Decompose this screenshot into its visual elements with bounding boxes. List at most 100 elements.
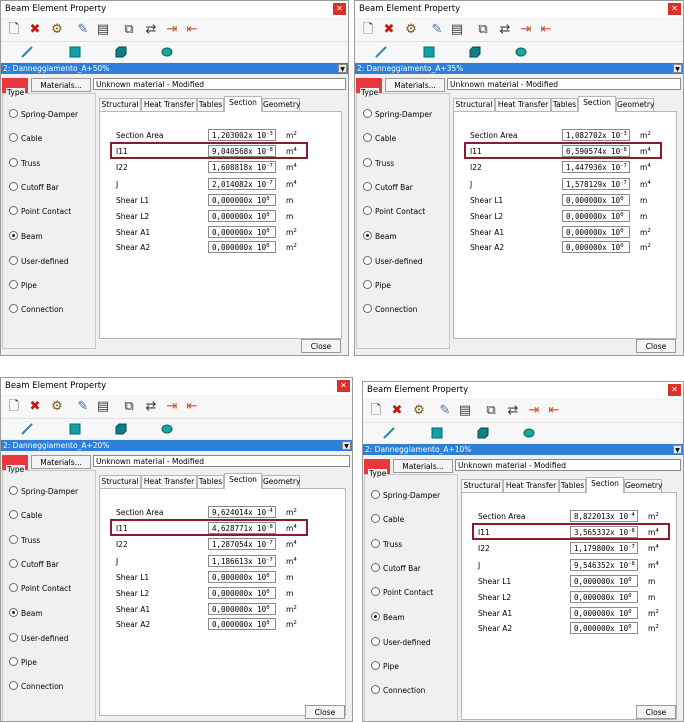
type-radio-truss[interactable]: Truss bbox=[9, 535, 40, 545]
radio-circle[interactable] bbox=[363, 133, 372, 142]
radio-circle[interactable] bbox=[9, 182, 18, 191]
transfer-icon[interactable]: ⇄ bbox=[143, 399, 159, 415]
radio-circle[interactable] bbox=[9, 486, 18, 495]
edit-icon[interactable]: ✎ bbox=[75, 399, 91, 415]
materials-button[interactable]: Materials... bbox=[31, 78, 91, 92]
delete-icon[interactable]: ✖ bbox=[381, 22, 397, 38]
tab-tables[interactable]: Tables bbox=[559, 479, 586, 492]
radio-circle[interactable] bbox=[371, 587, 380, 596]
radio-circle[interactable] bbox=[9, 559, 18, 568]
type-radio-beam[interactable]: Beam bbox=[9, 608, 43, 618]
close-button[interactable]: Close bbox=[636, 705, 676, 719]
duplicate-icon[interactable]: ⧉ bbox=[483, 403, 499, 419]
brick-element-icon[interactable] bbox=[477, 427, 489, 439]
type-radio-truss[interactable]: Truss bbox=[363, 158, 394, 168]
radio-circle[interactable] bbox=[363, 182, 372, 191]
type-radio-pipe[interactable]: Pipe bbox=[9, 280, 37, 290]
tab-structural[interactable]: Structural bbox=[99, 98, 141, 111]
tab-heat-transfer[interactable]: Heat Transfer bbox=[495, 98, 551, 111]
manage-icon[interactable]: ▤ bbox=[449, 22, 465, 38]
radio-circle[interactable] bbox=[9, 681, 18, 690]
tab-geometry[interactable]: Geometry bbox=[624, 479, 662, 492]
tab-section[interactable]: Section bbox=[224, 96, 262, 112]
radio-circle[interactable] bbox=[9, 657, 18, 666]
manage-icon[interactable]: ▤ bbox=[457, 403, 473, 419]
chevron-down-icon[interactable]: ▼ bbox=[673, 64, 682, 73]
radio-circle[interactable] bbox=[9, 583, 18, 592]
new-icon[interactable]: 🗋 bbox=[360, 22, 376, 38]
tab-section[interactable]: Section bbox=[586, 477, 624, 493]
close-button[interactable]: Close bbox=[636, 339, 676, 353]
radio-circle[interactable] bbox=[363, 158, 372, 167]
property-value-field[interactable]: 0,000000x 100 bbox=[570, 575, 638, 587]
import-icon[interactable]: ⇥ bbox=[526, 403, 542, 419]
property-value-field[interactable]: 1,578129x 10-7 bbox=[562, 178, 630, 190]
material-name-field[interactable]: Unknown material - Modified bbox=[93, 78, 346, 90]
materials-button[interactable]: Materials... bbox=[31, 455, 91, 469]
property-value-field[interactable]: 9,624014x 10-4 bbox=[208, 506, 276, 518]
tab-structural[interactable]: Structural bbox=[99, 475, 141, 488]
radio-circle[interactable] bbox=[363, 256, 372, 265]
tab-tables[interactable]: Tables bbox=[197, 98, 224, 111]
radio-circle[interactable] bbox=[371, 685, 380, 694]
duplicate-icon[interactable]: ⧉ bbox=[475, 22, 491, 38]
property-value-field[interactable]: 1,608818x 10-7 bbox=[208, 161, 276, 173]
property-value-field[interactable]: 2,014082x 10-7 bbox=[208, 178, 276, 190]
property-value-field[interactable]: 0,000000x 100 bbox=[562, 194, 630, 206]
plate-element-icon[interactable] bbox=[69, 46, 81, 58]
solid-element-icon[interactable] bbox=[523, 427, 535, 439]
window-close-button[interactable]: ✕ bbox=[337, 380, 350, 392]
type-radio-cable[interactable]: Cable bbox=[363, 133, 396, 143]
export-icon[interactable]: ⇤ bbox=[184, 22, 200, 38]
line-element-icon[interactable] bbox=[21, 46, 33, 58]
materials-button[interactable]: Materials... bbox=[393, 459, 453, 473]
plate-element-icon[interactable] bbox=[431, 427, 443, 439]
type-radio-connection[interactable]: Connection bbox=[363, 304, 417, 314]
radio-circle[interactable] bbox=[363, 231, 372, 240]
property-value-field[interactable]: 0,000000x 100 bbox=[208, 226, 276, 238]
radio-circle[interactable] bbox=[363, 109, 372, 118]
manage-icon[interactable]: ▤ bbox=[95, 22, 111, 38]
radio-circle[interactable] bbox=[371, 514, 380, 523]
property-value-field[interactable]: 1,287054x 10-7 bbox=[208, 538, 276, 550]
copy-properties-icon[interactable]: ⚙ bbox=[49, 22, 65, 38]
type-radio-user-defined[interactable]: User-defined bbox=[371, 637, 431, 647]
type-radio-spring-damper[interactable]: Spring-Damper bbox=[9, 109, 78, 119]
export-icon[interactable]: ⇤ bbox=[546, 403, 562, 419]
copy-properties-icon[interactable]: ⚙ bbox=[411, 403, 427, 419]
close-button[interactable]: Close bbox=[301, 339, 341, 353]
group-combo[interactable]: 2: Danneggiamento_A+20% ▼ bbox=[1, 440, 352, 451]
window-close-button[interactable]: ✕ bbox=[668, 384, 681, 396]
radio-circle[interactable] bbox=[363, 280, 372, 289]
property-value-field[interactable]: 0,000000x 100 bbox=[208, 603, 276, 615]
edit-icon[interactable]: ✎ bbox=[75, 22, 91, 38]
radio-circle[interactable] bbox=[9, 109, 18, 118]
radio-circle[interactable] bbox=[371, 539, 380, 548]
radio-circle[interactable] bbox=[9, 206, 18, 215]
property-value-field[interactable]: 0,000000x 100 bbox=[562, 210, 630, 222]
radio-circle[interactable] bbox=[9, 304, 18, 313]
type-radio-cutoff-bar[interactable]: Cutoff Bar bbox=[363, 182, 413, 192]
type-radio-point-contact[interactable]: Point Contact bbox=[371, 587, 433, 597]
type-radio-pipe[interactable]: Pipe bbox=[9, 657, 37, 667]
property-value-field[interactable]: 0,000000x 100 bbox=[208, 210, 276, 222]
duplicate-icon[interactable]: ⧉ bbox=[121, 22, 137, 38]
property-value-field[interactable]: 0,000000x 100 bbox=[570, 622, 638, 634]
delete-icon[interactable]: ✖ bbox=[27, 399, 43, 415]
radio-circle[interactable] bbox=[371, 612, 380, 621]
manage-icon[interactable]: ▤ bbox=[95, 399, 111, 415]
window-close-button[interactable]: ✕ bbox=[333, 3, 346, 15]
property-value-field[interactable]: 0,000000x 100 bbox=[208, 241, 276, 253]
import-icon[interactable]: ⇥ bbox=[164, 399, 180, 415]
window-close-button[interactable]: ✕ bbox=[668, 3, 681, 15]
copy-properties-icon[interactable]: ⚙ bbox=[403, 22, 419, 38]
radio-circle[interactable] bbox=[371, 637, 380, 646]
plate-element-icon[interactable] bbox=[69, 423, 81, 435]
line-element-icon[interactable] bbox=[375, 46, 387, 58]
type-radio-point-contact[interactable]: Point Contact bbox=[9, 206, 71, 216]
type-radio-cable[interactable]: Cable bbox=[371, 514, 404, 524]
material-name-field[interactable]: Unknown material - Modified bbox=[93, 455, 350, 467]
new-icon[interactable]: 🗋 bbox=[6, 22, 22, 38]
radio-circle[interactable] bbox=[371, 661, 380, 670]
type-radio-beam[interactable]: Beam bbox=[363, 231, 397, 241]
